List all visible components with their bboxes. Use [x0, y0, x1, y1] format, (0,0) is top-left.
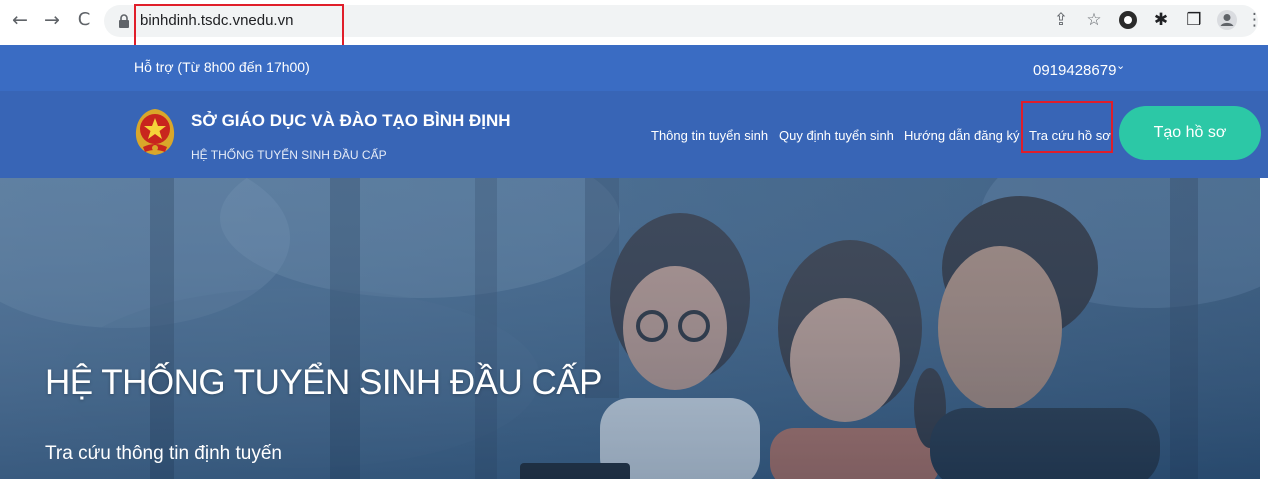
- support-bar: Hỗ trợ (Từ 8h00 đến 17h00) 0919428679 ⌄: [0, 45, 1268, 91]
- support-hours: Hỗ trợ (Từ 8h00 đến 17h00): [134, 59, 310, 75]
- organization-subtitle: HỆ THỐNG TUYỂN SINH ĐẦU CẤP: [191, 148, 387, 162]
- reload-icon[interactable]: C: [72, 8, 96, 32]
- national-emblem-logo[interactable]: [133, 107, 177, 157]
- url-highlight-box: [134, 4, 344, 48]
- profile-avatar-icon[interactable]: [1216, 9, 1238, 31]
- organization-title[interactable]: SỞ GIÁO DỤC VÀ ĐÀO TẠO BÌNH ĐỊNH: [191, 111, 511, 131]
- hero-background-image: [0, 178, 1268, 479]
- forward-arrow-icon[interactable]: →: [40, 8, 64, 32]
- lookup-highlight-box: [1021, 101, 1113, 153]
- hero-subtitle: Tra cứu thông tin định tuyến: [45, 443, 282, 464]
- browser-menu-icon[interactable]: ⋮: [1246, 9, 1263, 31]
- bookmark-star-icon[interactable]: ☆: [1083, 9, 1105, 31]
- extension-badge-icon[interactable]: [1117, 9, 1139, 31]
- puzzle-icon[interactable]: ✱: [1150, 9, 1172, 31]
- support-phone[interactable]: 0919428679: [1033, 62, 1116, 79]
- lock-icon: [119, 14, 129, 28]
- share-icon[interactable]: ⇪: [1050, 9, 1072, 31]
- page-scrollbar[interactable]: [1260, 178, 1268, 479]
- back-arrow-icon[interactable]: ←: [8, 8, 32, 32]
- nav-link-admission-info[interactable]: Thông tin tuyển sinh: [651, 128, 768, 143]
- nav-link-admission-rules[interactable]: Quy định tuyển sinh: [779, 128, 894, 143]
- hero-banner: HỆ THỐNG TUYỂN SINH ĐẦU CẤP Tra cứu thôn…: [0, 178, 1268, 479]
- chevron-down-icon[interactable]: ⌄: [1116, 59, 1125, 72]
- site-header: SỞ GIÁO DỤC VÀ ĐÀO TẠO BÌNH ĐỊNH HỆ THỐN…: [0, 91, 1268, 178]
- nav-link-registration-guide[interactable]: Hướng dẫn đăng ký: [904, 128, 1020, 143]
- create-profile-button[interactable]: Tạo hồ sơ: [1119, 106, 1261, 160]
- side-panel-icon[interactable]: ❒: [1183, 9, 1205, 31]
- hero-title: HỆ THỐNG TUYỂN SINH ĐẦU CẤP: [45, 363, 602, 402]
